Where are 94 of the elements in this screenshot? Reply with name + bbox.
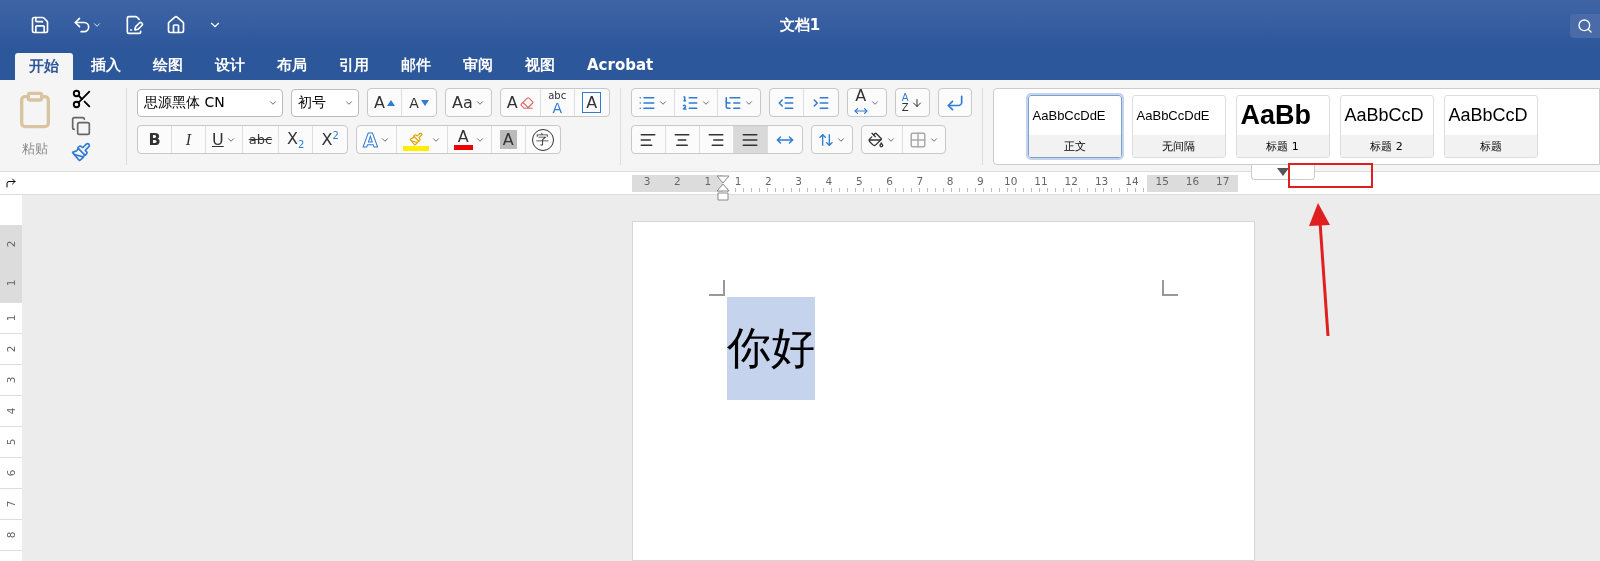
numbered-list-icon — [680, 93, 699, 112]
line-spacing-icon — [817, 131, 834, 148]
down-triangle-icon — [1276, 168, 1289, 176]
ruler-number: 9 — [976, 174, 985, 189]
ribbon-tab[interactable]: 绘图 — [139, 50, 197, 80]
style-item[interactable]: AaBbCcD 标题 — [1443, 95, 1538, 158]
edit-document-icon[interactable] — [124, 15, 144, 35]
save-icon[interactable] — [30, 15, 50, 35]
bold-button[interactable]: B — [138, 126, 172, 153]
ruler-number: 2 — [5, 240, 17, 248]
style-item[interactable]: AaBbCcD 标题 2 — [1339, 95, 1434, 158]
clear-formatting-button[interactable]: A — [500, 89, 541, 116]
undo-icon[interactable] — [72, 15, 92, 35]
up-triangle-icon — [386, 99, 395, 106]
ribbon-tab[interactable]: 引用 — [325, 50, 383, 80]
paint-bucket-icon — [867, 131, 884, 148]
ruler-number: 1 — [5, 279, 17, 287]
ruler-number: 8 — [945, 174, 955, 189]
line-spacing-button[interactable] — [810, 125, 853, 154]
eraser-icon — [519, 95, 534, 110]
font-name-field[interactable]: 思源黑体 CN — [137, 88, 283, 117]
ruler-number: 16 — [1177, 174, 1208, 192]
italic-button[interactable]: I — [172, 126, 206, 153]
marker-icon — [408, 131, 423, 146]
text-direction-button[interactable]: A — [846, 88, 887, 117]
document-text: 你好 — [727, 297, 815, 400]
ruler-number: 4 — [824, 174, 834, 189]
home-icon[interactable] — [166, 15, 186, 35]
superscript-button[interactable]: X$^{2}$ — [313, 126, 348, 153]
ruler-number: 2 — [764, 174, 773, 189]
style-item[interactable]: AaBb 标题 1 — [1235, 95, 1330, 158]
ribbon-tab[interactable]: 邮件 — [387, 50, 445, 80]
ruler-number: 13 — [1093, 174, 1110, 189]
ruler-number: 6 — [5, 469, 17, 477]
down-arrow-icon — [910, 96, 923, 109]
subscript-button[interactable]: X$_{2}$ — [279, 126, 314, 153]
font-size-field[interactable]: 初号 — [291, 88, 359, 117]
phonetic-guide-button[interactable]: abc A — [540, 89, 575, 116]
sort-button[interactable]: A Z — [894, 88, 930, 117]
grow-font-button[interactable]: A — [368, 89, 402, 116]
ruler-number: 7 — [915, 174, 925, 189]
ruler-number: 15 — [1147, 174, 1178, 192]
paste-label: 粘贴 — [22, 140, 48, 158]
align-justify-button[interactable] — [733, 126, 768, 153]
ruler-number: 14 — [1124, 174, 1140, 189]
tab-stop-icon[interactable] — [5, 177, 17, 189]
shrink-font-button[interactable]: A — [402, 89, 436, 116]
change-case-button[interactable]: Aa — [445, 88, 492, 117]
ruler-number: 3 — [632, 174, 663, 192]
ribbon-tab[interactable]: 插入 — [77, 50, 135, 80]
ruler-number: 11 — [1033, 174, 1049, 189]
caret-icon[interactable] — [92, 20, 102, 30]
ruler-number: 10 — [1003, 174, 1019, 189]
ruler-number: 2 — [5, 345, 17, 353]
ruler-number: 1 — [5, 314, 17, 322]
ruler-number: 5 — [854, 174, 864, 189]
ruler-number: 1 — [733, 174, 743, 189]
ruler-number: 17 — [1207, 174, 1238, 192]
ribbon-tab[interactable]: Acrobat — [573, 50, 668, 80]
ribbon-tab[interactable]: 布局 — [263, 50, 321, 80]
ruler-number: 7 — [5, 500, 17, 508]
borders-icon — [908, 130, 927, 149]
style-item[interactable]: AaBbCcDdE 正文 — [1027, 95, 1122, 158]
search-button[interactable] — [1570, 14, 1600, 38]
text-effects-button[interactable]: A — [357, 126, 397, 153]
font-color-button[interactable]: A — [447, 126, 492, 153]
format-painter-icon[interactable] — [71, 142, 91, 162]
ribbon-tab[interactable]: 设计 — [201, 50, 259, 80]
window-title: 文档1 — [779, 16, 821, 35]
ruler-number: 3 — [794, 174, 803, 189]
ruler-number: 12 — [1063, 174, 1079, 189]
ruler-number: 4 — [5, 407, 17, 415]
ribbon-tab[interactable]: 视图 — [511, 50, 569, 80]
underline-button[interactable]: U — [206, 126, 243, 153]
copy-icon[interactable] — [71, 116, 91, 136]
cut-icon[interactable] — [71, 88, 93, 110]
paragraph-marks-button[interactable] — [937, 88, 972, 117]
down-triangle-icon — [420, 99, 429, 106]
ribbon-tab[interactable]: 审阅 — [449, 50, 507, 80]
margin-corner-mark — [709, 280, 725, 296]
character-border-button[interactable]: A — [574, 89, 609, 116]
ribbon-tab[interactable]: 开始 — [15, 53, 73, 80]
ruler-number: 2 — [662, 174, 693, 192]
search-icon — [1577, 18, 1593, 34]
ruler-number: 3 — [5, 376, 17, 384]
expand-gallery-button[interactable] — [1250, 165, 1315, 180]
ruler-number: 5 — [5, 438, 17, 446]
ruler-number: 8 — [5, 531, 17, 539]
indent-marker-icon[interactable] — [715, 174, 730, 201]
margin-corner-mark — [1162, 280, 1178, 296]
character-shading-button[interactable]: A — [491, 126, 526, 153]
ruler-number: 6 — [885, 174, 894, 189]
strike-button[interactable]: abc — [242, 126, 280, 153]
style-item[interactable]: AaBbCcDdE 无间隔 — [1131, 95, 1226, 158]
